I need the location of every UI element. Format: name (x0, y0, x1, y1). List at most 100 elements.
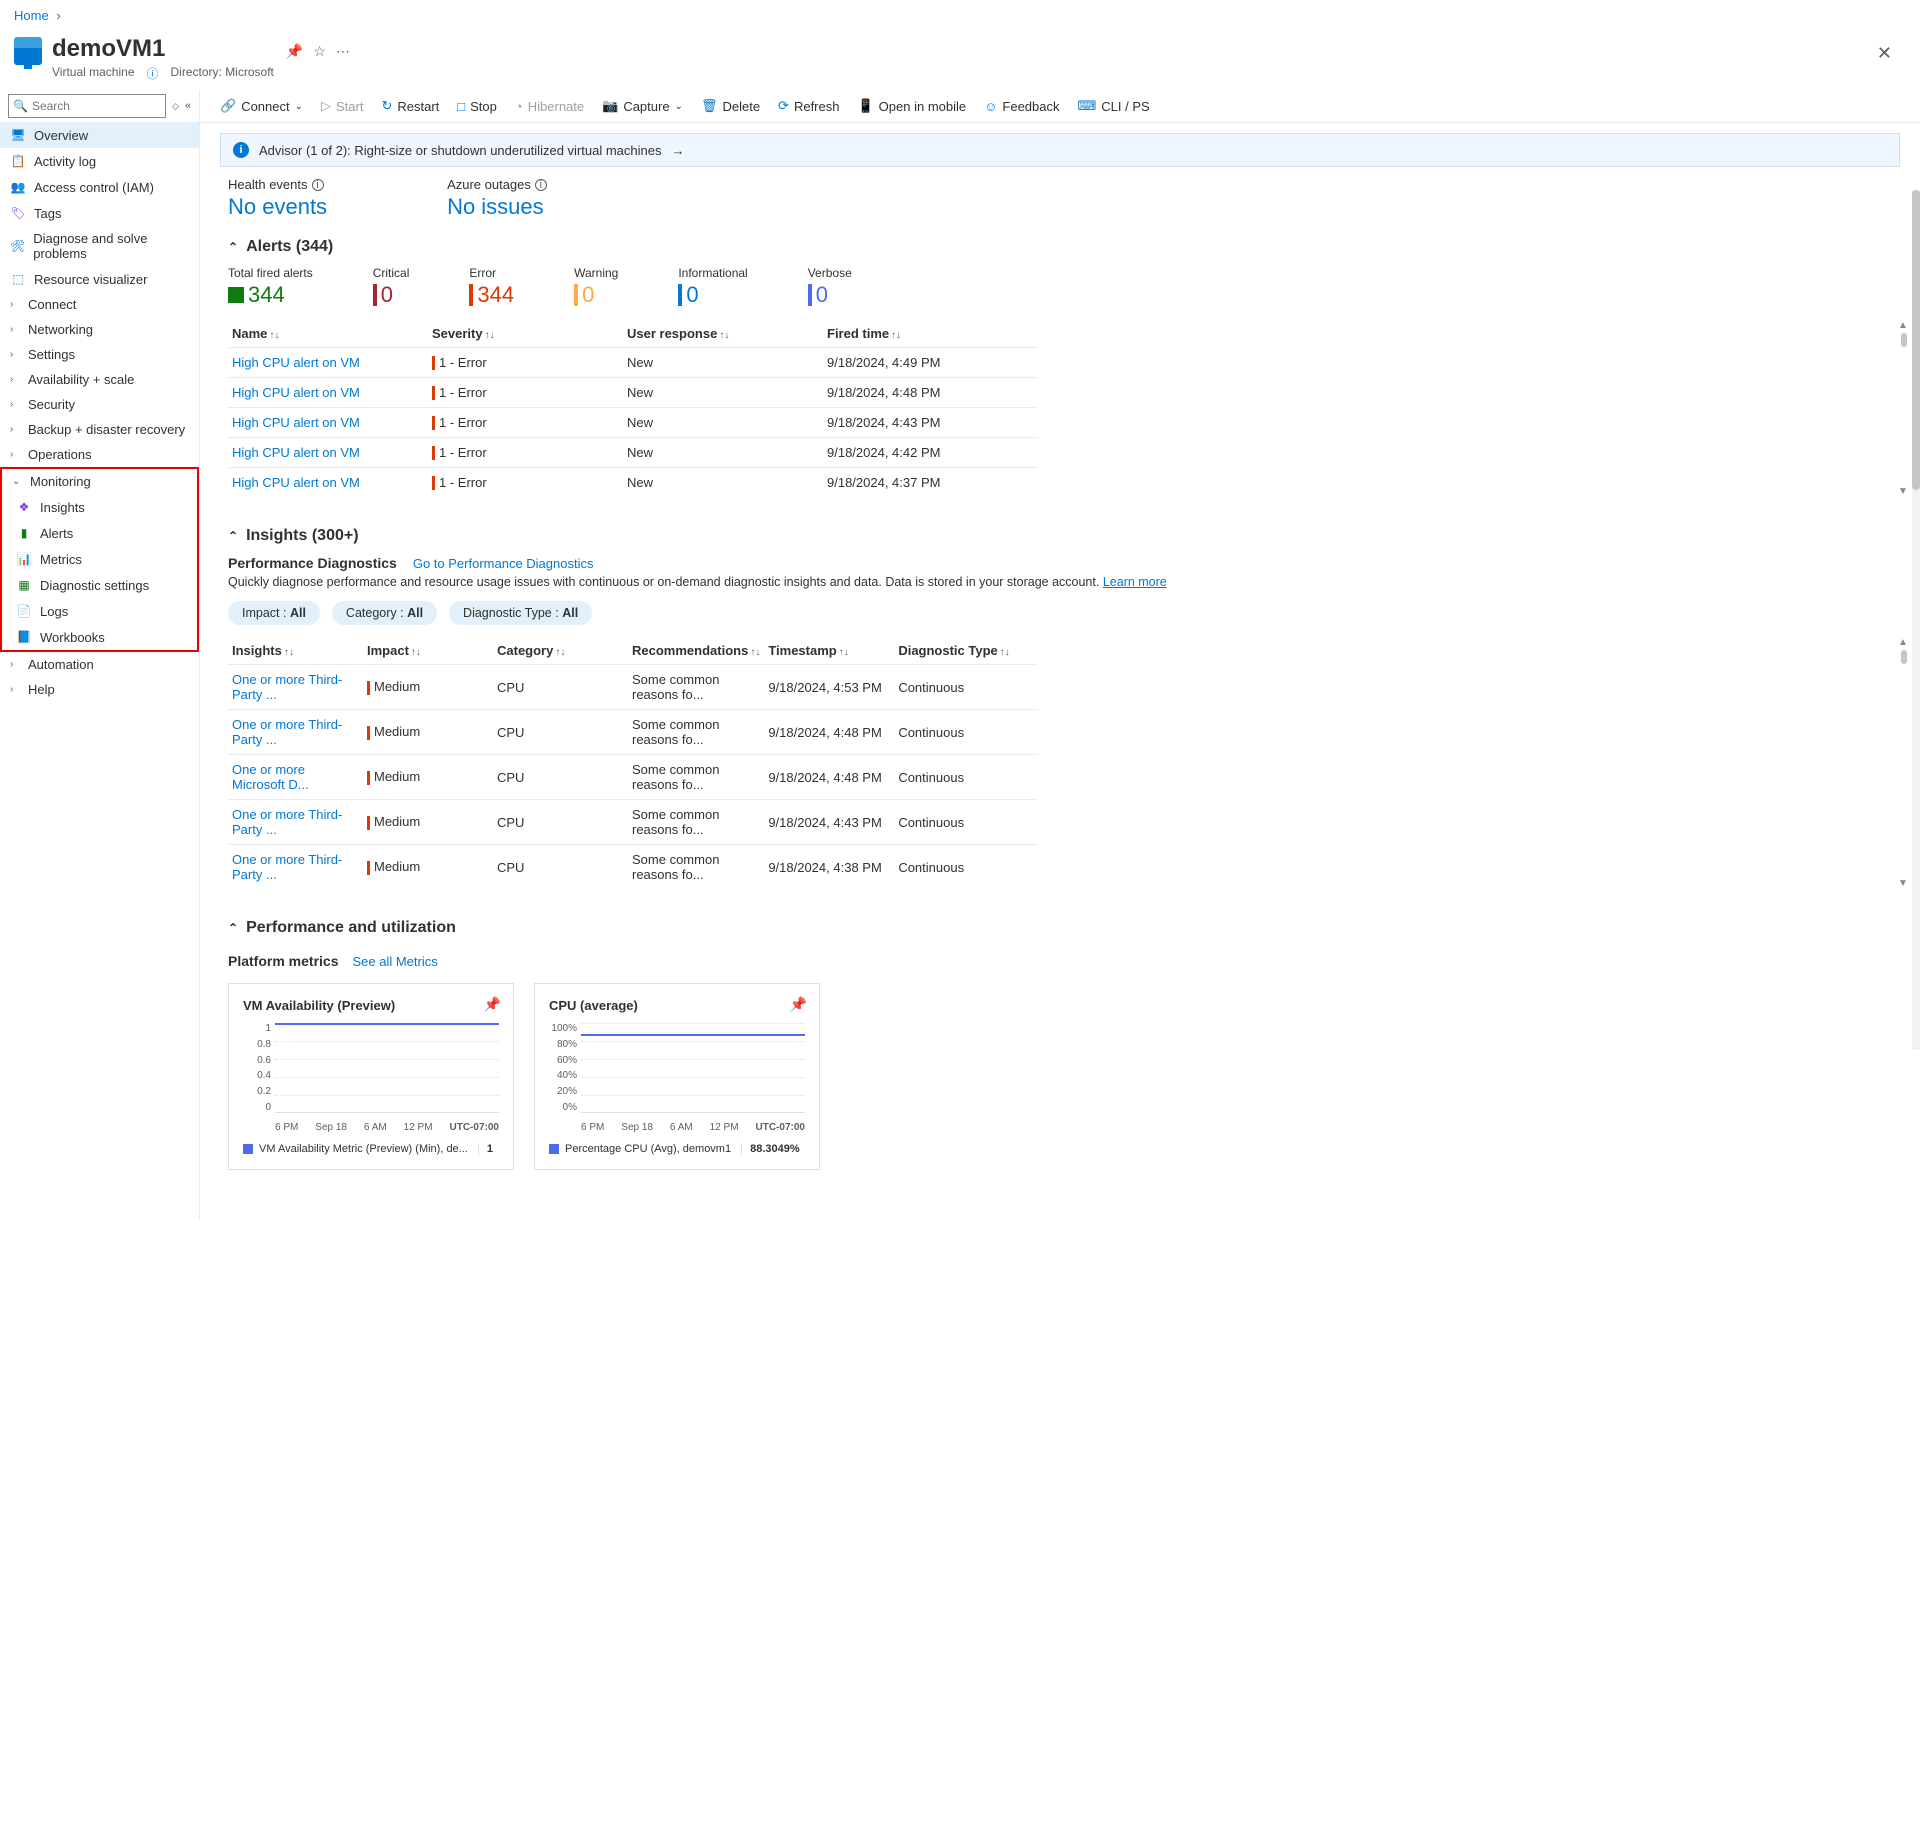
insight-name-link[interactable]: One or more Microsoft D... (232, 762, 309, 792)
pin-icon[interactable]: 📌 (484, 996, 501, 1013)
alert-name-link[interactable]: High CPU alert on VM (232, 355, 360, 370)
chart-vm-availability[interactable]: VM Availability (Preview) 📌 10.80.60.40.… (228, 983, 514, 1170)
col-fired-time[interactable]: Fired time↑↓ (823, 320, 1038, 348)
table-row[interactable]: High CPU alert on VM 1 - Error New 9/18/… (228, 468, 1038, 498)
search-input[interactable]: 🔍 (8, 94, 166, 118)
sidebar-item-tags[interactable]: 🏷Tags (0, 200, 199, 226)
sidebar-item-automation[interactable]: ›Automation (0, 652, 199, 677)
stat-value[interactable]: 344 (469, 282, 514, 308)
refresh-button[interactable]: ⟳Refresh (778, 98, 839, 114)
sidebar-item-alerts[interactable]: ▮Alerts (2, 520, 197, 546)
sidebar-item-monitoring[interactable]: ⌄Monitoring (2, 469, 197, 494)
stat-value[interactable]: 344 (228, 282, 313, 308)
col-user-response[interactable]: User response↑↓ (623, 320, 823, 348)
table-row[interactable]: One or more Third-Party ... Medium CPU S… (228, 845, 1038, 890)
sidebar-item-workbooks[interactable]: 📘Workbooks (2, 624, 197, 650)
col-diagnostic-type[interactable]: Diagnostic Type↑↓ (894, 637, 1038, 665)
filter-pill[interactable]: Impact : All (228, 601, 320, 625)
sidebar-item-security[interactable]: ›Security (0, 392, 199, 417)
alert-name-link[interactable]: High CPU alert on VM (232, 475, 360, 490)
close-button[interactable]: ✕ (1863, 35, 1906, 72)
col-insights[interactable]: Insights↑↓ (228, 637, 363, 665)
insight-name-link[interactable]: One or more Third-Party ... (232, 852, 342, 882)
star-icon[interactable]: ☆ (313, 43, 326, 60)
col-severity[interactable]: Severity↑↓ (428, 320, 623, 348)
filter-pill[interactable]: Diagnostic Type : All (449, 601, 592, 625)
table-row[interactable]: One or more Third-Party ... Medium CPU S… (228, 800, 1038, 845)
insights-heading[interactable]: ⌃Insights (300+) (228, 527, 1892, 545)
table-row[interactable]: High CPU alert on VM 1 - Error New 9/18/… (228, 408, 1038, 438)
goto-perf-diag-link[interactable]: Go to Performance Diagnostics (413, 556, 594, 571)
cli-button[interactable]: ⌨CLI / PS (1078, 98, 1150, 114)
sidebar-item-diagnostic-settings[interactable]: ▦Diagnostic settings (2, 572, 197, 598)
hibernate-button[interactable]: ◔Hibernate (515, 99, 584, 114)
insights-scrollbar[interactable]: ▲▼ (1898, 637, 1910, 889)
sidebar-item-diagnose[interactable]: 🛠Diagnose and solve problems (0, 226, 199, 266)
info-icon[interactable]: i (535, 179, 547, 191)
table-row[interactable]: One or more Third-Party ... Medium CPU S… (228, 665, 1038, 710)
table-row[interactable]: One or more Microsoft D... Medium CPU So… (228, 755, 1038, 800)
sidebar-item-iam[interactable]: 👥Access control (IAM) (0, 174, 199, 200)
sidebar-item-operations[interactable]: ›Operations (0, 442, 199, 467)
stat-value[interactable]: 0 (574, 282, 618, 308)
pin-icon[interactable]: 📌 (286, 43, 303, 60)
alerts-heading[interactable]: ⌃Alerts (344) (228, 238, 1892, 256)
sidebar-item-connect[interactable]: ›Connect (0, 292, 199, 317)
collapse-icon[interactable]: « (185, 100, 191, 112)
insight-name-link[interactable]: One or more Third-Party ... (232, 672, 342, 702)
col-timestamp[interactable]: Timestamp↑↓ (764, 637, 894, 665)
sidebar-item-availability[interactable]: ›Availability + scale (0, 367, 199, 392)
diagnostic-type-cell: Continuous (894, 800, 1038, 845)
start-button[interactable]: ▷Start (321, 98, 363, 114)
chart-cpu[interactable]: CPU (average) 📌 100%80%60%40%20%0% 6 PMS… (534, 983, 820, 1170)
sidebar-item-logs[interactable]: 📄Logs (2, 598, 197, 624)
info-icon[interactable]: i (312, 179, 324, 191)
insight-name-link[interactable]: One or more Third-Party ... (232, 807, 342, 837)
col-category[interactable]: Category↑↓ (493, 637, 628, 665)
insight-name-link[interactable]: One or more Third-Party ... (232, 717, 342, 747)
sidebar-item-networking[interactable]: ›Networking (0, 317, 199, 342)
col-impact[interactable]: Impact↑↓ (363, 637, 493, 665)
more-icon[interactable]: ⋯ (336, 43, 350, 60)
stop-button[interactable]: □Stop (457, 99, 497, 114)
main-scrollbar[interactable] (1912, 190, 1920, 1050)
table-row[interactable]: High CPU alert on VM 1 - Error New 9/18/… (228, 378, 1038, 408)
advisor-banner[interactable]: i Advisor (1 of 2): Right-size or shutdo… (220, 133, 1900, 167)
alert-name-link[interactable]: High CPU alert on VM (232, 415, 360, 430)
delete-button[interactable]: 🗑Delete (701, 98, 760, 114)
pin-icon[interactable]: 📌 (790, 996, 807, 1013)
sidebar-item-backup[interactable]: ›Backup + disaster recovery (0, 417, 199, 442)
diamond-icon[interactable]: ◇ (172, 101, 179, 112)
restart-button[interactable]: ↻Restart (381, 98, 439, 114)
perf-util-heading[interactable]: ⌃Performance and utilization (228, 919, 1892, 937)
alerts-scrollbar[interactable]: ▲▼ (1898, 320, 1910, 497)
stat-value[interactable]: 0 (678, 282, 747, 308)
alert-name-link[interactable]: High CPU alert on VM (232, 385, 360, 400)
sidebar-item-overview[interactable]: 🖥Overview (0, 122, 199, 148)
alert-name-link[interactable]: High CPU alert on VM (232, 445, 360, 460)
learn-more-link[interactable]: Learn more (1103, 575, 1167, 589)
table-row[interactable]: High CPU alert on VM 1 - Error New 9/18/… (228, 438, 1038, 468)
search-field[interactable] (32, 99, 161, 113)
filter-pill[interactable]: Category : All (332, 601, 437, 625)
sidebar-item-insights[interactable]: ❖Insights (2, 494, 197, 520)
stat-value[interactable]: 0 (373, 282, 410, 308)
sidebar-item-activity-log[interactable]: 📋Activity log (0, 148, 199, 174)
sidebar-item-resource-visualizer[interactable]: ⬚Resource visualizer (0, 266, 199, 292)
sidebar-item-settings[interactable]: ›Settings (0, 342, 199, 367)
capture-button[interactable]: 📷Capture⌄ (602, 98, 683, 114)
col-recommendations[interactable]: Recommendations↑↓ (628, 637, 764, 665)
table-row[interactable]: One or more Third-Party ... Medium CPU S… (228, 710, 1038, 755)
open-mobile-button[interactable]: 📱Open in mobile (857, 98, 966, 114)
health-events-value[interactable]: No events (228, 194, 327, 220)
stat-value[interactable]: 0 (808, 282, 852, 308)
col-name[interactable]: Name↑↓ (228, 320, 428, 348)
table-row[interactable]: High CPU alert on VM 1 - Error New 9/18/… (228, 348, 1038, 378)
breadcrumb-home[interactable]: Home (14, 8, 49, 23)
sidebar-item-help[interactable]: ›Help (0, 677, 199, 702)
see-all-metrics-link[interactable]: See all Metrics (352, 954, 437, 969)
sidebar-item-metrics[interactable]: 📊Metrics (2, 546, 197, 572)
azure-outages-value[interactable]: No issues (447, 194, 547, 220)
feedback-button[interactable]: ☺Feedback (984, 99, 1059, 114)
connect-button[interactable]: 🔗Connect⌄ (220, 98, 303, 114)
